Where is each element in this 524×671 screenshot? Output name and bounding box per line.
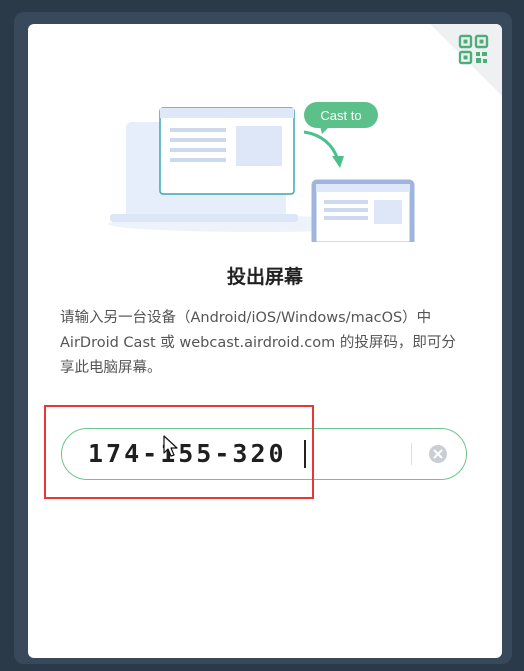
cast-illustration: Cast to xyxy=(108,102,415,242)
cast-to-bubble-label: Cast to xyxy=(320,108,361,123)
qr-code-icon xyxy=(430,24,502,96)
dialog-description: 请输入另一台设备（Android/iOS/Windows/macOS）中 Air… xyxy=(60,310,456,376)
mouse-pointer-icon xyxy=(163,435,178,457)
clear-icon[interactable] xyxy=(428,444,448,464)
cast-code-input[interactable]: 174-155-320 xyxy=(61,428,467,480)
dialog-title: 投出屏幕 xyxy=(226,266,303,288)
text-caret xyxy=(304,440,306,468)
cast-code-value[interactable]: 174-155-320 xyxy=(88,439,287,468)
input-divider xyxy=(411,443,412,465)
cast-screen-dialog: Cast to 投出屏幕 请输入另一台设备（Android/iOS/Window… xyxy=(28,24,502,658)
qr-code-toggle[interactable] xyxy=(430,24,502,96)
